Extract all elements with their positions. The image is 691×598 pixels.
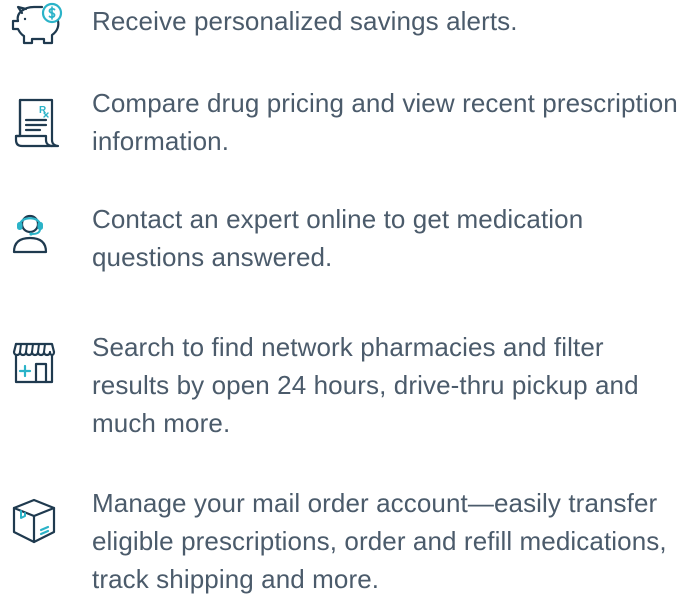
feature-text: Receive personalized savings alerts. — [92, 6, 518, 36]
feature-text: Manage your mail order account—easily tr… — [92, 488, 667, 594]
pharmacy-storefront-icon — [8, 336, 66, 394]
feature-text: Contact an expert online to get medicati… — [92, 204, 584, 272]
feature-list: Receive personalized savings alerts. R C… — [0, 0, 691, 597]
headset-expert-icon — [8, 208, 66, 266]
package-box-icon — [8, 492, 66, 550]
piggy-bank-dollar-icon — [8, 0, 66, 49]
feature-text: Search to find network pharmacies and fi… — [92, 332, 639, 438]
feature-text: Compare drug pricing and view recent pre… — [92, 88, 678, 156]
prescription-receipt-icon: R — [8, 94, 66, 152]
